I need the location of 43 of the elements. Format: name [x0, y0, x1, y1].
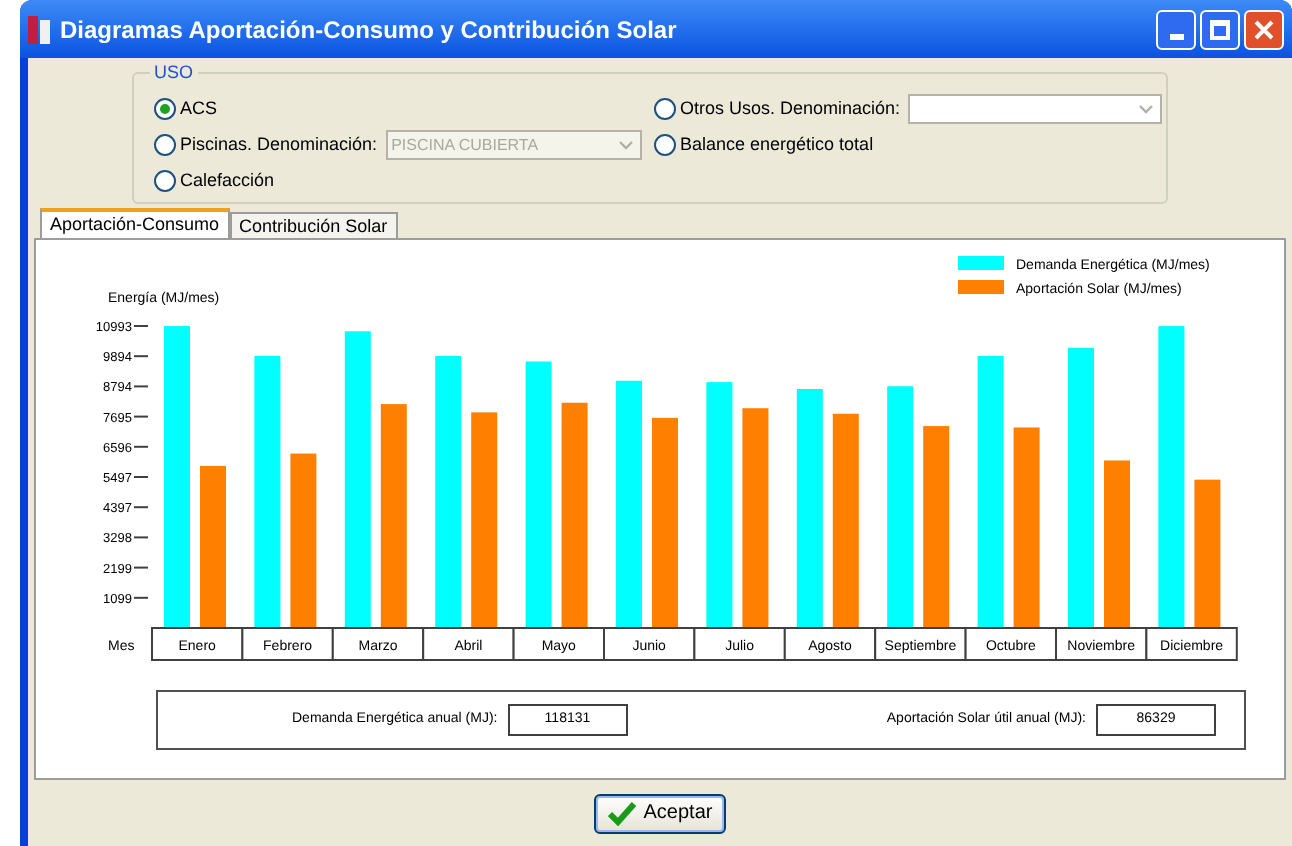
- y-tick: [133, 476, 149, 478]
- minimize-button[interactable]: [1156, 9, 1196, 49]
- maximize-button[interactable]: [1200, 9, 1240, 49]
- month-cell: [1055, 627, 1148, 661]
- month-cell: [964, 627, 1057, 661]
- month-cell: [693, 627, 786, 661]
- month-cell: [512, 627, 605, 661]
- radio-button[interactable]: [654, 98, 676, 120]
- month-cell: [422, 627, 515, 661]
- month-cell: [331, 627, 425, 661]
- close-button[interactable]: [1244, 9, 1284, 49]
- y-tick: [133, 566, 149, 569]
- radio-label: Piscinas. Denominación:: [180, 131, 378, 158]
- radio-label: Calefacción: [180, 167, 275, 194]
- tab[interactable]: Aportación-Consumo: [40, 208, 230, 238]
- app-icon: [28, 15, 52, 43]
- month-cell: [874, 627, 967, 661]
- month-cell: [241, 627, 334, 661]
- accept-button[interactable]: Aceptar: [593, 793, 727, 833]
- y-tick: [133, 506, 149, 509]
- window-title: Diagramas Aportación-Consumo y Contribución Solar: [60, 13, 677, 47]
- y-tick: [133, 325, 149, 327]
- radio-label: Otros Usos. Denominación:: [680, 95, 901, 122]
- radio-label: ACS: [180, 95, 218, 122]
- month-cell: [151, 627, 244, 661]
- checkmark-icon: [607, 801, 636, 825]
- y-tick: [133, 385, 149, 388]
- month-cell: [603, 627, 696, 661]
- radio-button[interactable]: [154, 134, 176, 156]
- y-tick: [133, 596, 149, 599]
- month-cell: [1145, 627, 1238, 661]
- y-tick: [133, 445, 149, 448]
- radio-button[interactable]: [654, 134, 676, 156]
- radio-button[interactable]: [154, 98, 176, 120]
- y-tick: [133, 415, 149, 418]
- y-tick: [133, 536, 149, 539]
- radio-button[interactable]: [154, 170, 176, 192]
- close-icon: [1254, 19, 1274, 39]
- radio-label: Balance energético total: [680, 131, 874, 158]
- y-tick: [133, 355, 149, 358]
- tab[interactable]: Contribución Solar: [229, 212, 398, 238]
- month-cell: [783, 627, 877, 661]
- dropdown-field[interactable]: [908, 94, 1163, 124]
